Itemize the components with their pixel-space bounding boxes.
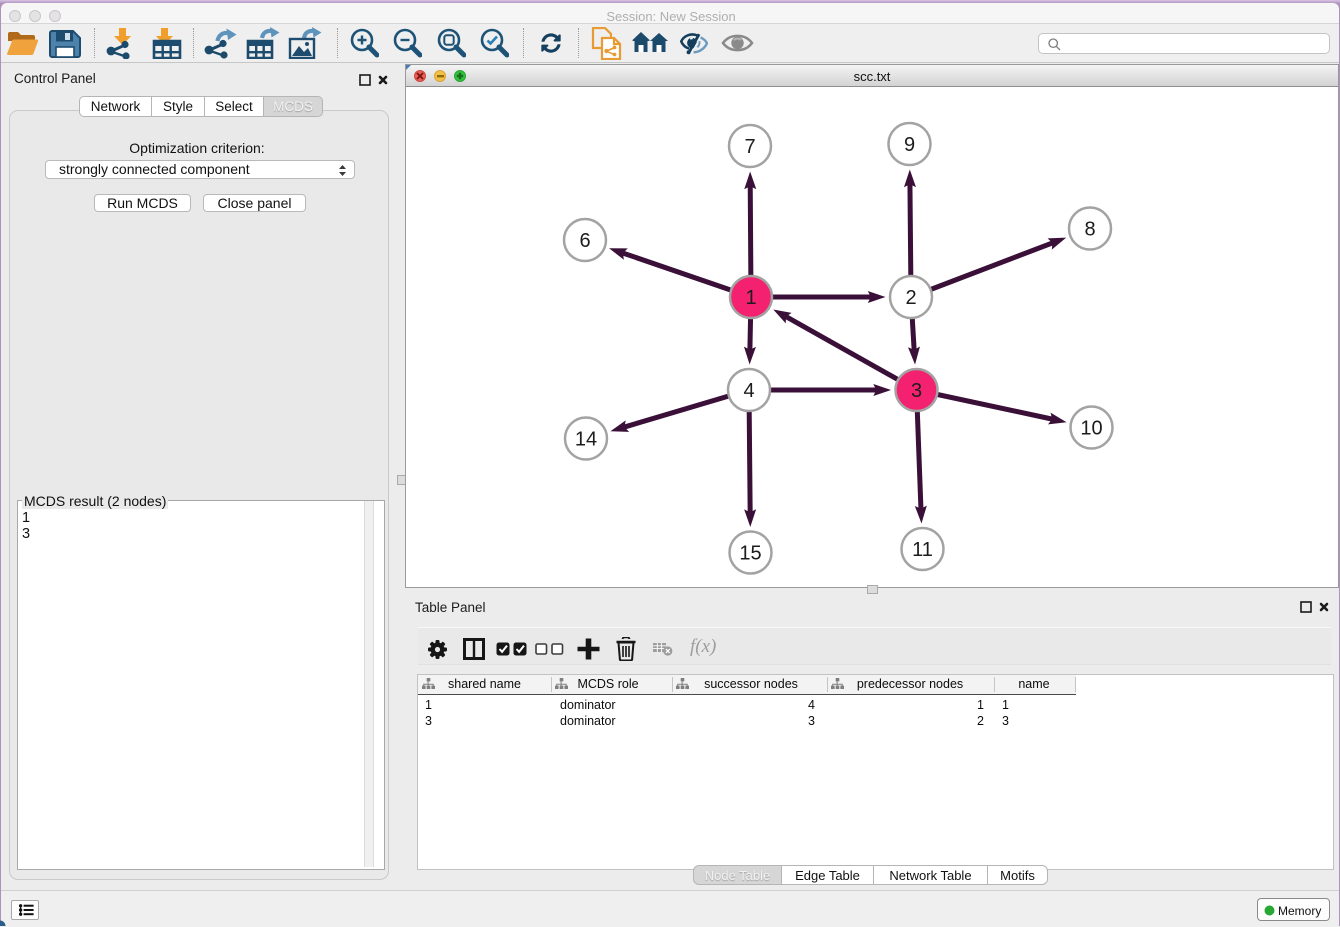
svg-text:14: 14 — [575, 429, 597, 451]
svg-text:8: 8 — [1084, 219, 1095, 241]
svg-text:1: 1 — [745, 287, 756, 309]
svg-text:15: 15 — [739, 543, 761, 565]
svg-text:9: 9 — [904, 134, 915, 156]
svg-text:7: 7 — [744, 136, 755, 158]
svg-text:4: 4 — [743, 380, 754, 402]
svg-text:10: 10 — [1080, 418, 1102, 440]
svg-text:3: 3 — [911, 380, 922, 402]
svg-text:11: 11 — [912, 539, 933, 561]
svg-text:6: 6 — [579, 230, 590, 252]
svg-text:2: 2 — [905, 287, 916, 309]
